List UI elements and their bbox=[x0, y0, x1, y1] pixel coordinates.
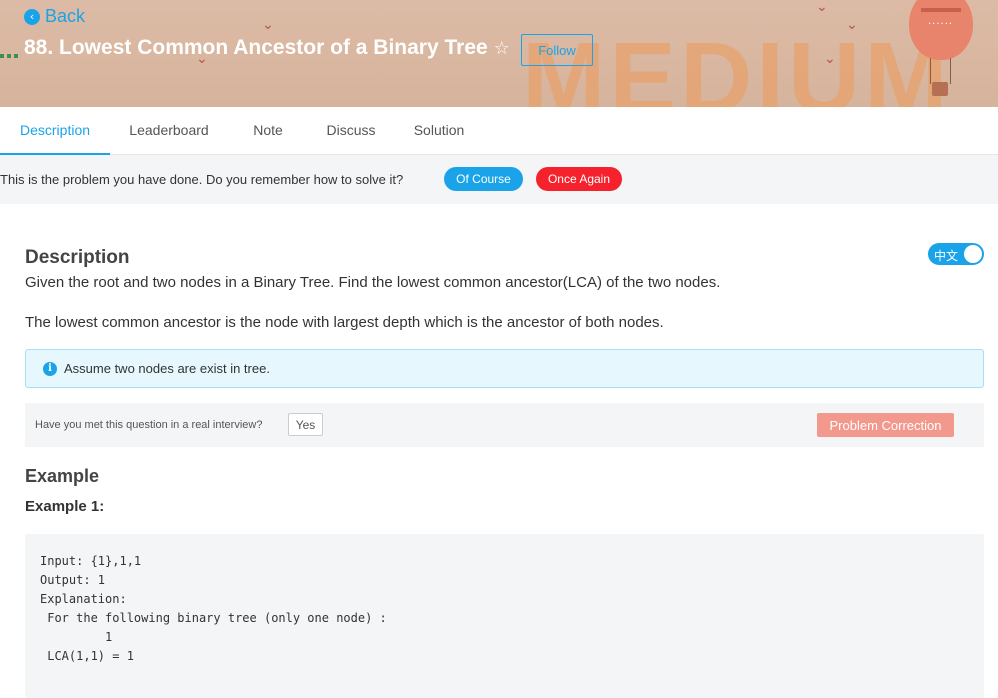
description-heading: Description bbox=[25, 247, 130, 268]
back-link[interactable]: ‹ Back bbox=[24, 6, 85, 27]
example-code-block: Input: {1},1,1 Output: 1 Explanation: Fo… bbox=[25, 534, 984, 698]
star-icon[interactable]: ☆ bbox=[494, 38, 510, 59]
example-1-heading: Example 1: bbox=[25, 498, 105, 515]
balloon-basket bbox=[932, 82, 948, 96]
example-heading: Example bbox=[25, 466, 100, 486]
bird-icon: ⌄ bbox=[824, 51, 836, 67]
code-line: Output: 1 bbox=[40, 573, 106, 587]
tab-solution[interactable]: Solution bbox=[399, 107, 479, 155]
once-again-button[interactable]: Once Again bbox=[536, 167, 622, 191]
info-text: Assume two nodes are exist in tree. bbox=[64, 361, 270, 376]
description-paragraph: Given the root and two nodes in a Binary… bbox=[25, 274, 721, 291]
back-label: Back bbox=[45, 6, 86, 26]
interview-question: Have you met this question in a real int… bbox=[35, 419, 263, 431]
tab-note[interactable]: Note bbox=[228, 107, 308, 155]
description-paragraph: The lowest common ancestor is the node w… bbox=[25, 314, 664, 331]
remember-bar: This is the problem you have done. Do yo… bbox=[0, 155, 998, 204]
toggle-knob bbox=[964, 245, 982, 263]
problem-card: Description 中文 Given the root and two no… bbox=[0, 204, 998, 698]
code-line: Explanation: bbox=[40, 592, 127, 606]
balloon-rope bbox=[950, 58, 951, 84]
balloon-dots: ...... bbox=[928, 16, 954, 27]
tab-description[interactable]: Description bbox=[0, 107, 110, 155]
header-banner: MEDIUM ⌄ ⌄ ⌄ ⌄ ⌄ ...... ‹ Back 88. Lowes… bbox=[0, 0, 998, 107]
yes-button[interactable]: Yes bbox=[288, 413, 323, 436]
chevron-left-icon: ‹ bbox=[24, 8, 40, 25]
code-line: Input: {1},1,1 bbox=[40, 554, 142, 568]
info-icon: i bbox=[43, 361, 57, 376]
page-title: 88. Lowest Common Ancestor of a Binary T… bbox=[24, 36, 510, 60]
balloon-rope bbox=[930, 58, 931, 84]
language-toggle-label: 中文 bbox=[934, 249, 959, 263]
tab-discuss[interactable]: Discuss bbox=[312, 107, 390, 155]
code-line: 1 bbox=[40, 630, 113, 644]
code-line: LCA(1,1) = 1 bbox=[40, 649, 134, 663]
problem-correction-button[interactable]: Problem Correction bbox=[817, 413, 954, 437]
of-course-button[interactable]: Of Course bbox=[444, 167, 523, 191]
problem-title: 88. Lowest Common Ancestor of a Binary T… bbox=[24, 36, 488, 59]
info-alert: i Assume two nodes are exist in tree. bbox=[25, 349, 984, 388]
bird-icon: ⌄ bbox=[846, 17, 858, 33]
tab-bar: Description Leaderboard Note Discuss Sol… bbox=[0, 107, 998, 155]
language-toggle[interactable]: 中文 bbox=[928, 243, 984, 265]
bird-icon: ⌄ bbox=[262, 17, 274, 33]
remember-text: This is the problem you have done. Do yo… bbox=[0, 172, 404, 187]
interview-bar: Have you met this question in a real int… bbox=[25, 403, 984, 447]
code-line: For the following binary tree (only one … bbox=[40, 611, 387, 625]
tab-leaderboard[interactable]: Leaderboard bbox=[114, 107, 224, 155]
follow-button[interactable]: Follow bbox=[521, 34, 593, 66]
bird-icon: ⌄ bbox=[816, 0, 828, 15]
